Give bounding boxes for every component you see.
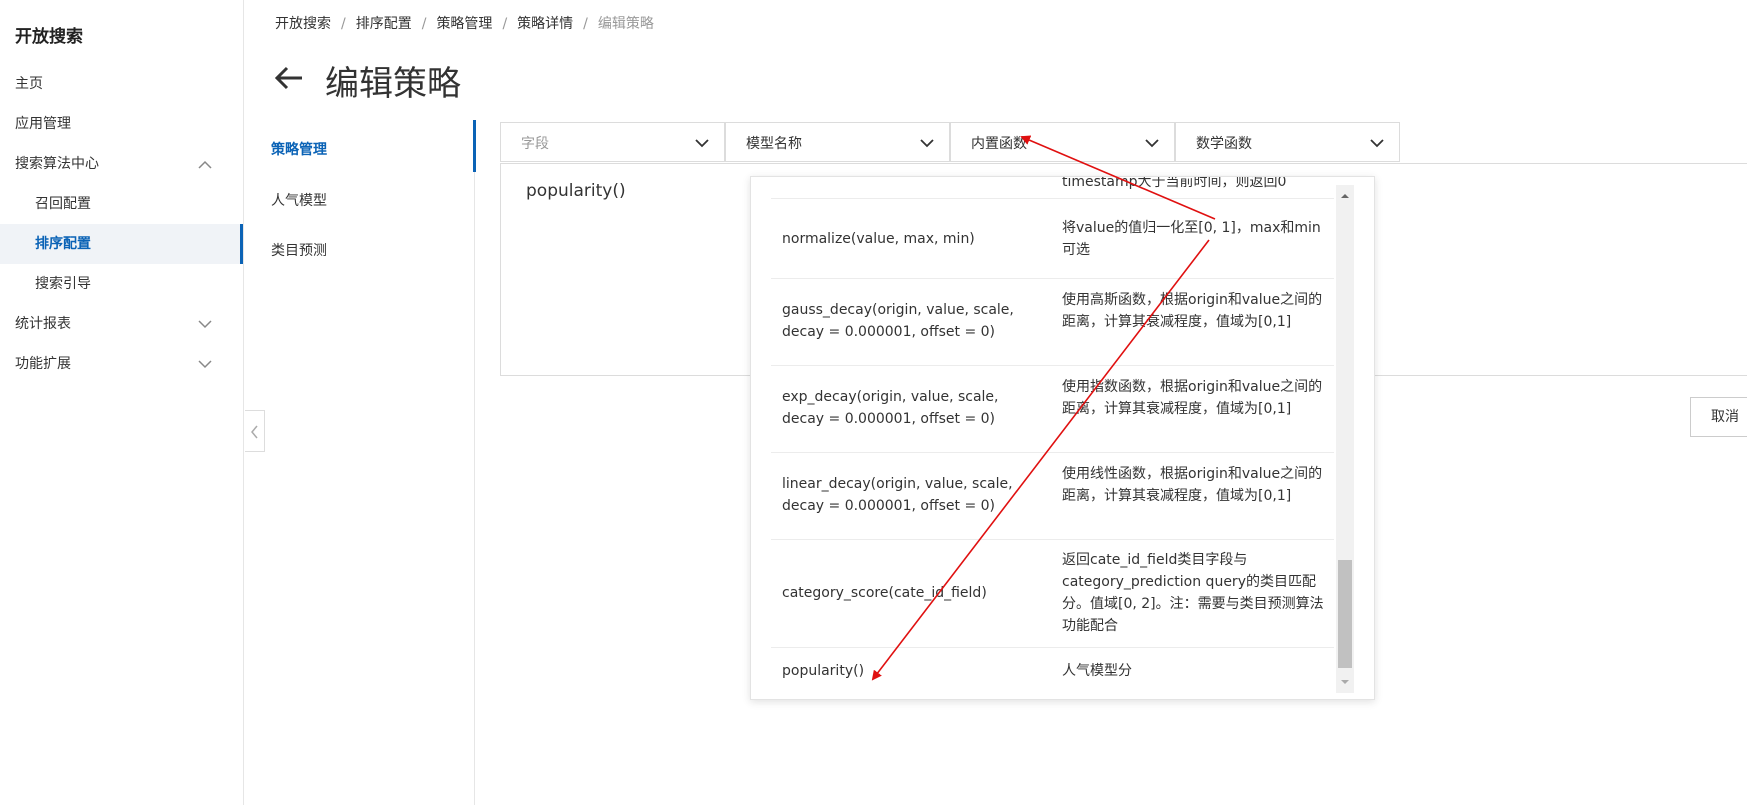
menu-item-strategy-management[interactable]: 策略管理 xyxy=(271,139,327,159)
chevron-down-icon xyxy=(695,139,709,148)
strategy-menu: 策略管理 人气模型 类目预测 xyxy=(244,120,476,805)
dropdown-label: 模型名称 xyxy=(746,136,802,152)
function-name: popularity() xyxy=(782,663,865,679)
function-name: category_score(cate_id_field) xyxy=(782,585,987,601)
list-item[interactable]: popularity() 人气模型分 xyxy=(771,648,1334,694)
sidebar-item-label: 搜索引导 xyxy=(35,276,91,292)
function-description: timestamp大于当前时间，则返回0 xyxy=(1062,176,1287,190)
chevron-down-icon xyxy=(920,139,934,148)
field-dropdown[interactable]: 字段 xyxy=(500,122,725,162)
function-description: 使用高斯函数，根据origin和value之间的距离，计算其衰减程度，值域为[0… xyxy=(1062,292,1323,330)
scroll-up-icon[interactable] xyxy=(1340,191,1350,201)
scroll-thumb[interactable] xyxy=(1338,560,1352,668)
sidebar-item-search-guide[interactable]: 搜索引导 xyxy=(0,264,243,304)
scroll-down-icon[interactable] xyxy=(1340,677,1350,687)
breadcrumb-current: 编辑策略 xyxy=(597,16,654,32)
menu-item-category-prediction[interactable]: 类目预测 xyxy=(271,240,327,260)
breadcrumb-link[interactable]: 策略管理 xyxy=(436,16,492,32)
cancel-button[interactable]: 取消 xyxy=(1690,397,1747,437)
list-item[interactable]: category_score(cate_id_field) 返回cate_id_… xyxy=(771,540,1334,648)
sidebar-item-ranking-config[interactable]: 排序配置 xyxy=(0,224,243,264)
function-description: 返回cate_id_field类目字段与category_prediction … xyxy=(1062,552,1324,634)
scrollbar[interactable] xyxy=(1336,185,1354,693)
chevron-down-icon xyxy=(1145,139,1159,148)
sidebar-item-label: 排序配置 xyxy=(35,236,91,252)
list-item[interactable]: exp_decay(origin, value, scale, decay = … xyxy=(771,366,1334,453)
chevron-down-icon xyxy=(198,360,212,369)
sidebar-item-label: 搜索算法中心 xyxy=(15,156,99,172)
model-name-dropdown[interactable]: 模型名称 xyxy=(725,122,950,162)
back-arrow-icon[interactable] xyxy=(273,62,305,94)
builtin-function-list: timestamp大于当前时间，则返回0 normalize(value, ma… xyxy=(750,176,1375,700)
dropdown-label: 字段 xyxy=(521,136,549,152)
function-name: normalize(value, max, min) xyxy=(782,231,975,247)
sidebar-item-search-algorithm-center[interactable]: 搜索算法中心 xyxy=(0,144,243,184)
list-item[interactable]: gauss_decay(origin, value, scale, decay … xyxy=(771,279,1334,366)
sidebar-item-statistics[interactable]: 统计报表 xyxy=(0,304,243,344)
function-name: linear_decay(origin, value, scale, decay… xyxy=(782,476,1013,514)
sidebar-item-label: 应用管理 xyxy=(15,116,71,132)
function-description: 使用线性函数，根据origin和value之间的距离，计算其衰减程度，值域为[0… xyxy=(1062,466,1323,504)
function-description: 将value的值归一化至[0, 1]，max和min可选 xyxy=(1062,220,1321,258)
breadcrumb-link[interactable]: 策略详情 xyxy=(517,16,573,32)
sidebar-item-app-management[interactable]: 应用管理 xyxy=(0,104,243,144)
menu-item-popularity-model[interactable]: 人气模型 xyxy=(271,190,327,210)
function-description: 人气模型分 xyxy=(1062,663,1132,679)
page-title: 编辑策略 xyxy=(325,64,461,104)
chevron-down-icon xyxy=(1370,139,1384,148)
list-item[interactable]: linear_decay(origin, value, scale, decay… xyxy=(771,453,1334,540)
builtin-function-dropdown[interactable]: 内置函数 xyxy=(950,122,1175,162)
list-item[interactable]: timestamp大于当前时间，则返回0 xyxy=(771,176,1334,199)
breadcrumb-link[interactable]: 开放搜索 xyxy=(275,16,331,32)
breadcrumb-link[interactable]: 排序配置 xyxy=(356,16,412,32)
breadcrumb: 开放搜索 / 排序配置 / 策略管理 / 策略详情 / 编辑策略 xyxy=(275,16,654,32)
function-description: 使用指数函数，根据origin和value之间的距离，计算其衰减程度，值域为[0… xyxy=(1062,379,1323,417)
sidebar: 开放搜索 主页 应用管理 搜索算法中心 召回配置 排序配置 搜索引导 统计报表 … xyxy=(0,0,244,805)
sidebar-item-recall-config[interactable]: 召回配置 xyxy=(0,184,243,224)
sidebar-item-extensions[interactable]: 功能扩展 xyxy=(0,344,243,384)
math-function-dropdown[interactable]: 数学函数 xyxy=(1175,122,1400,162)
dropdown-label: 内置函数 xyxy=(971,136,1027,152)
chevron-up-icon xyxy=(198,160,212,169)
active-indicator xyxy=(473,120,476,172)
sidebar-item-label: 召回配置 xyxy=(35,196,91,212)
chevron-down-icon xyxy=(198,320,212,329)
sidebar-item-label: 功能扩展 xyxy=(15,356,71,372)
list-item[interactable]: normalize(value, max, min) 将value的值归一化至[… xyxy=(771,199,1334,279)
function-name: gauss_decay(origin, value, scale, decay … xyxy=(782,302,1014,340)
function-name: exp_decay(origin, value, scale, decay = … xyxy=(782,389,999,427)
sidebar-item-home[interactable]: 主页 xyxy=(0,64,243,104)
dropdown-label: 数学函数 xyxy=(1196,136,1252,152)
sidebar-item-label: 统计报表 xyxy=(15,316,71,332)
sidebar-item-label: 主页 xyxy=(15,76,43,92)
brand-title: 开放搜索 xyxy=(15,27,83,47)
formula-text: popularity() xyxy=(526,181,626,201)
